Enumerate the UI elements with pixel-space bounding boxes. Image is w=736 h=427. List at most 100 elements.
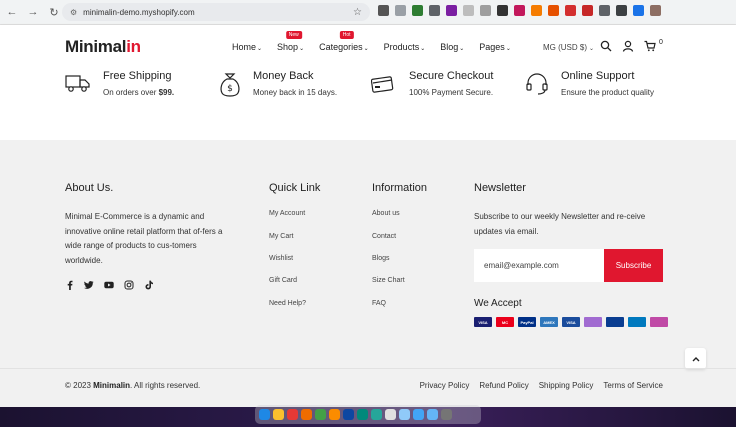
dock: [255, 405, 481, 424]
menu-item-categories[interactable]: Categories⌄ Hot: [319, 31, 369, 52]
menu-item-label: Home: [232, 42, 257, 52]
footer-link-wishlist[interactable]: Wishlist: [269, 255, 293, 262]
menu-item-blog[interactable]: Blog⌄: [440, 42, 464, 52]
scroll-to-top-button[interactable]: [685, 348, 706, 369]
dock-app-icon[interactable]: [371, 409, 382, 420]
menu-item-label: Products: [383, 42, 420, 52]
we-accept-title: We Accept: [474, 298, 522, 309]
subscribe-button[interactable]: Subscribe: [604, 249, 663, 282]
payment-card-icon: AMEX: [540, 317, 558, 327]
footer-link-contact[interactable]: Contact: [372, 233, 396, 240]
dock-app-icon[interactable]: [315, 409, 326, 420]
dock-app-icon[interactable]: [427, 409, 438, 420]
extension-icon[interactable]: [650, 5, 661, 16]
cart-count: 0: [659, 39, 663, 46]
menu-item-label: Shop: [277, 42, 299, 52]
menu-item-pages[interactable]: Pages⌄: [479, 42, 511, 52]
about-text: Minimal E-Commerce is a dynamic and inno…: [65, 212, 223, 265]
extension-icon[interactable]: [531, 5, 542, 16]
policy-links: Privacy Policy Refund Policy Shipping Po…: [420, 381, 663, 390]
feature-title: Online Support: [561, 70, 635, 82]
extension-icon[interactable]: [412, 5, 423, 16]
features-strip: Free Shipping On orders over $99. $ Mone…: [0, 70, 736, 140]
chevron-down-icon: ⌄: [257, 46, 263, 52]
headset-icon: [526, 73, 548, 95]
footer-link-about-us[interactable]: About us: [372, 210, 400, 217]
refund-policy-link[interactable]: Refund Policy: [479, 381, 528, 390]
dock-app-icon[interactable]: [413, 409, 424, 420]
footer-link-gift-card[interactable]: Gift Card: [269, 277, 297, 284]
extension-icon[interactable]: [633, 5, 644, 16]
newsletter-title: Newsletter: [474, 182, 526, 194]
extension-icon[interactable]: [514, 5, 525, 16]
extension-icon[interactable]: [446, 5, 457, 16]
extension-icon[interactable]: [429, 5, 440, 16]
dock-app-icon[interactable]: [273, 409, 284, 420]
footer-divider: [0, 368, 736, 369]
chevron-down-icon: ⌄: [299, 46, 305, 52]
menu-item-label: Pages: [479, 42, 505, 52]
dock-app-icon[interactable]: [399, 409, 410, 420]
chevron-down-icon: ⌄: [363, 46, 369, 52]
main-menu: Home⌄ Shop⌄ New Categories⌄ Hot Products⌄ Blog…: [232, 31, 526, 52]
footer-link-size-chart[interactable]: Size Chart: [372, 277, 405, 284]
back-icon[interactable]: ←: [3, 3, 21, 21]
dock-app-icon[interactable]: [343, 409, 354, 420]
footer-link-my-cart[interactable]: My Cart: [269, 233, 294, 240]
svg-text:$: $: [227, 84, 233, 94]
credit-card-icon: [371, 76, 394, 93]
feature-money-back: $ Money Back Money back in 15 days.: [219, 70, 337, 98]
chevron-up-icon: [692, 356, 699, 361]
menu-item-shop[interactable]: Shop⌄ New: [277, 31, 305, 52]
cart-icon[interactable]: [644, 40, 656, 52]
dock-app-icon[interactable]: [287, 409, 298, 420]
extension-icon[interactable]: [565, 5, 576, 16]
site-info-icon[interactable]: ⚙: [70, 8, 77, 17]
shipping-policy-link[interactable]: Shipping Policy: [539, 381, 594, 390]
dock-app-icon[interactable]: [441, 409, 452, 420]
about-title: About Us.: [65, 182, 114, 194]
terms-of-service-link[interactable]: Terms of Service: [603, 381, 663, 390]
menu-item-home[interactable]: Home⌄: [232, 42, 262, 52]
currency-selector[interactable]: MG (USD $) ⌄: [543, 43, 594, 52]
footer-link-faq[interactable]: FAQ: [372, 300, 386, 307]
email-input[interactable]: email@example.com: [474, 249, 604, 282]
footer-link-blogs[interactable]: Blogs: [372, 255, 390, 262]
extension-icon[interactable]: [548, 5, 559, 16]
feature-subtitle: 100% Payment Secure.: [409, 88, 494, 97]
copyright: © 2023 Minimalin. All rights reserved.: [65, 381, 201, 390]
menu-item-products[interactable]: Products⌄: [384, 42, 426, 52]
twitter-icon[interactable]: [84, 280, 94, 290]
extension-icon[interactable]: [599, 5, 610, 16]
logo[interactable]: Minimalin: [65, 37, 141, 57]
forward-icon[interactable]: →: [24, 3, 42, 21]
facebook-icon[interactable]: [65, 280, 75, 290]
reload-icon[interactable]: ↻: [45, 3, 63, 21]
extension-icon[interactable]: [480, 5, 491, 16]
youtube-icon[interactable]: [104, 280, 114, 290]
address-bar[interactable]: ⚙ minimalin-demo.myshopify.com ☆: [62, 3, 370, 21]
extension-icon[interactable]: [463, 5, 474, 16]
extension-icon[interactable]: [616, 5, 627, 16]
tiktok-icon[interactable]: [144, 280, 154, 290]
dock-app-icon[interactable]: [259, 409, 270, 420]
extension-icon[interactable]: [497, 5, 508, 16]
extension-icon[interactable]: [582, 5, 593, 16]
account-icon[interactable]: [622, 40, 634, 52]
payment-card-icon: [628, 317, 646, 327]
extension-icon[interactable]: [395, 5, 406, 16]
dock-app-icon[interactable]: [357, 409, 368, 420]
dock-app-icon[interactable]: [329, 409, 340, 420]
dock-app-icon[interactable]: [301, 409, 312, 420]
bookmark-star-icon[interactable]: ☆: [353, 7, 362, 18]
search-icon[interactable]: [600, 40, 612, 52]
instagram-icon[interactable]: [124, 280, 134, 290]
dock-app-icon[interactable]: [385, 409, 396, 420]
footer-link-my-account[interactable]: My Account: [269, 210, 305, 217]
feature-subtitle: On orders over $99.: [103, 88, 175, 97]
extension-icon[interactable]: [378, 5, 389, 16]
money-bag-icon: $: [220, 73, 240, 97]
privacy-policy-link[interactable]: Privacy Policy: [420, 381, 470, 390]
url-text: minimalin-demo.myshopify.com: [83, 7, 195, 17]
footer-link-need-help[interactable]: Need Help?: [269, 300, 306, 307]
